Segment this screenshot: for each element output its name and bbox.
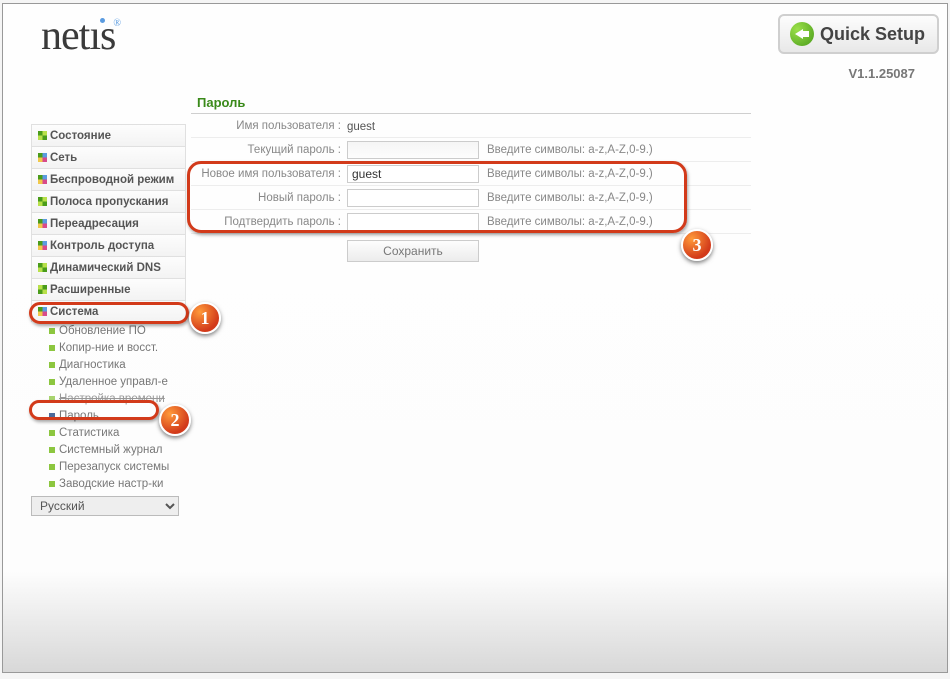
row-confirm-password: Подтвердить пароль : Введите символы: a-… (191, 210, 751, 234)
row-current-password: Текущий пароль : Введите символы: a-z,A-… (191, 138, 751, 162)
subnav-factory[interactable]: Заводские настр-ки (31, 475, 186, 492)
subnav-firmware[interactable]: Обновление ПО (31, 322, 186, 339)
new-username-input[interactable] (347, 165, 479, 183)
hint-current-password: Введите символы: a-z,A-Z,0-9.) (483, 144, 751, 156)
value-username: guest (347, 121, 375, 133)
hint-new-username: Введите символы: a-z,A-Z,0-9.) (483, 168, 751, 180)
subnav-syslog[interactable]: Системный журнал (31, 441, 186, 458)
bullet-icon (49, 430, 55, 436)
bullet-icon (38, 263, 47, 272)
label-confirm-password: Подтвердить пароль : (191, 216, 343, 228)
hint-new-password: Введите символы: a-z,A-Z,0-9.) (483, 192, 751, 204)
bullet-icon (49, 345, 55, 351)
panel-title: Пароль (191, 92, 751, 114)
sidebar-item-status[interactable]: Состояние (31, 124, 186, 146)
sidebar-item-wireless[interactable]: Беспроводной режим (31, 168, 186, 190)
quick-setup-button[interactable]: Quick Setup (778, 14, 939, 54)
subnav-diag[interactable]: Диагностика (31, 356, 186, 373)
sidebar-item-advanced[interactable]: Расширенные (31, 278, 186, 300)
language-select[interactable]: Русский (31, 496, 179, 516)
row-username: Имя пользователя : guest (191, 114, 751, 138)
save-row: Сохранить (191, 234, 751, 262)
sidebar: Состояние Сеть Беспроводной режим Полоса… (31, 124, 186, 516)
step-marker-3: 3 (681, 229, 713, 261)
bullet-icon (38, 241, 47, 250)
sidebar-item-network[interactable]: Сеть (31, 146, 186, 168)
arrow-left-icon (790, 22, 814, 46)
save-button[interactable]: Сохранить (347, 240, 479, 262)
confirm-password-input[interactable] (347, 213, 479, 231)
current-password-input[interactable] (347, 141, 479, 159)
subnav-time[interactable]: Настройка времени (31, 390, 186, 407)
bullet-icon (38, 307, 47, 316)
bullet-icon (38, 131, 47, 140)
app-frame: netıs® Quick Setup V1.1.25087 Состояние … (2, 3, 948, 673)
bullet-icon (38, 219, 47, 228)
sidebar-item-forwarding[interactable]: Переадресация (31, 212, 186, 234)
quick-setup-label: Quick Setup (820, 24, 925, 45)
sidebar-item-bandwidth[interactable]: Полоса пропускания (31, 190, 186, 212)
bullet-icon (38, 197, 47, 206)
subnav-reboot[interactable]: Перезапуск системы (31, 458, 186, 475)
subnav-backup[interactable]: Копир-ние и восст. (31, 339, 186, 356)
brand-logo: netıs® (41, 12, 122, 60)
firmware-version: V1.1.25087 (848, 66, 915, 81)
sidebar-item-access[interactable]: Контроль доступа (31, 234, 186, 256)
sidebar-item-system[interactable]: Система (31, 300, 186, 322)
label-new-password: Новый пароль : (191, 192, 343, 204)
bullet-icon (49, 362, 55, 368)
sidebar-item-ddns[interactable]: Динамический DNS (31, 256, 186, 278)
bullet-icon (49, 396, 55, 402)
new-password-input[interactable] (347, 189, 479, 207)
bullet-icon (49, 413, 55, 419)
bullet-icon (49, 481, 55, 487)
bullet-icon (49, 328, 55, 334)
bullet-icon (38, 285, 47, 294)
row-new-username: Новое имя пользователя : Введите символы… (191, 162, 751, 186)
label-new-username: Новое имя пользователя : (191, 168, 343, 180)
label-username: Имя пользователя : (191, 120, 343, 132)
bullet-icon (49, 464, 55, 470)
step-marker-2: 2 (159, 404, 191, 436)
label-current-password: Текущий пароль : (191, 144, 343, 156)
bullet-icon (38, 175, 47, 184)
bullet-icon (38, 153, 47, 162)
step-marker-1: 1 (189, 302, 221, 334)
main-panel: Пароль Имя пользователя : guest Текущий … (191, 92, 751, 262)
bullet-icon (49, 447, 55, 453)
bullet-icon (49, 379, 55, 385)
row-new-password: Новый пароль : Введите символы: a-z,A-Z,… (191, 186, 751, 210)
hint-confirm-password: Введите символы: a-z,A-Z,0-9.) (483, 216, 751, 228)
header: netıs® Quick Setup (3, 4, 947, 64)
subnav-remote[interactable]: Удаленное управл-е (31, 373, 186, 390)
